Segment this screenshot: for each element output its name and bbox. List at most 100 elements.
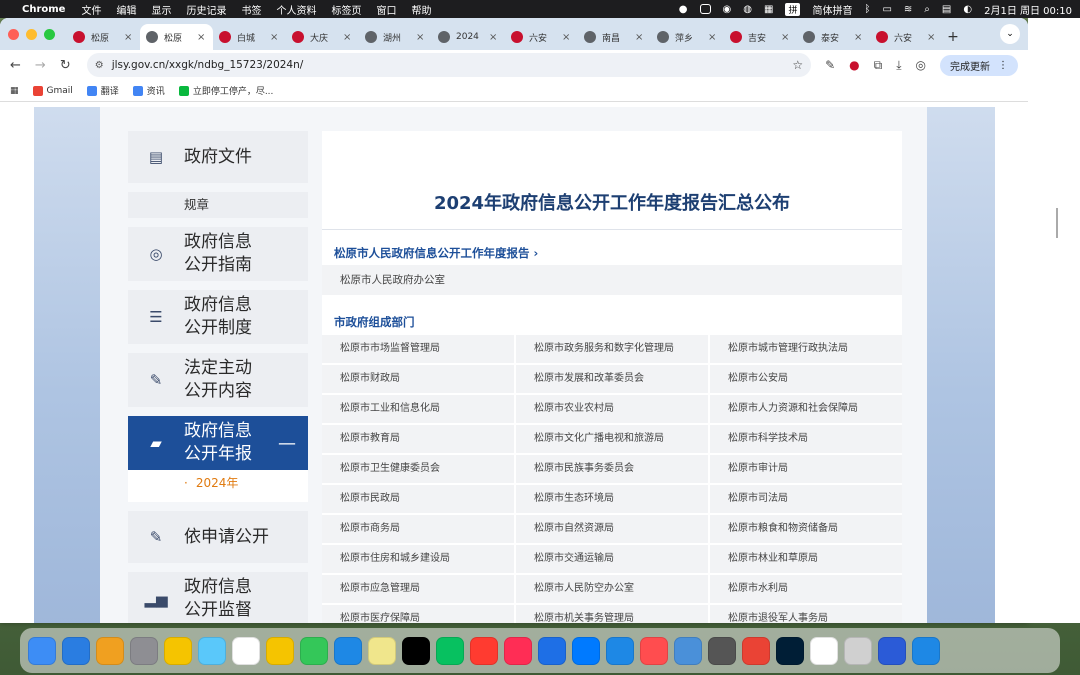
department-link[interactable]: 松原市机关事务管理局 [516,605,708,623]
tab-close-icon[interactable]: × [270,32,280,43]
department-link[interactable]: 松原市民族事务委员会 [516,455,708,483]
sidebar-item-8[interactable]: ▂▅ 政府信息 公开监督 [128,572,308,623]
wps-tray-icon[interactable] [699,4,711,14]
reload-icon[interactable]: ↻ [60,58,71,73]
dock-app-icon[interactable] [912,636,940,665]
tab-close-icon[interactable]: × [562,32,572,43]
dock-app-icon[interactable] [504,636,532,665]
tab-6[interactable]: 六安 × [505,24,578,50]
department-link[interactable]: 松原市发展和改革委员会 [516,365,708,393]
collapse-icon[interactable]: — [278,432,296,455]
department-link[interactable]: 松原市教育局 [322,425,514,453]
dock-app-icon[interactable] [164,636,192,665]
menu-history[interactable]: 历史记录 [186,2,226,17]
tab-3[interactable]: 大庆 × [286,24,359,50]
menu-view[interactable]: 显示 [151,2,171,17]
tab-close-icon[interactable]: × [781,32,791,43]
department-link[interactable]: 松原市农业农村局 [516,395,708,423]
dock-app-icon[interactable] [878,636,906,665]
tab-1[interactable]: 松原 × [140,24,213,50]
clock[interactable]: 2月1日 周日 00:10 [984,2,1072,17]
profile-extension-icon[interactable]: ● [849,58,859,72]
dock-app-icon[interactable] [742,636,770,665]
eye-tray-icon[interactable]: ◉ [723,4,732,15]
wifi-icon[interactable]: ≋ [904,4,912,15]
dock-app-icon[interactable] [300,636,328,665]
department-link[interactable]: 松原市粮食和物资储备局 [710,515,902,543]
dock-app-icon[interactable] [674,636,702,665]
dock-app-icon[interactable] [470,636,498,665]
sidebar-item-5[interactable]: ▰ 政府信息 公开年报 — [128,416,308,470]
grid-tray-icon[interactable]: ▦ [764,4,773,15]
site-info-icon[interactable]: ⚙ [95,60,104,71]
tab-search-button[interactable]: ⌄ [1000,24,1020,44]
department-link[interactable]: 松原市应急管理局 [322,575,514,603]
dock-app-icon[interactable] [130,636,158,665]
url-text[interactable]: jlsy.gov.cn/xxgk/ndbg_15723/2024n/ [112,59,304,71]
department-link[interactable]: 松原市自然资源局 [516,515,708,543]
bookmark-item-1[interactable]: 翻译 [86,84,119,97]
input-method-icon[interactable]: 拼 [785,2,801,16]
minimize-window-button[interactable] [26,28,37,40]
department-link[interactable]: 松原市住房和城乡建设局 [322,545,514,573]
sidebar-item-0[interactable]: ▤ 政府文件 [128,131,308,183]
department-link[interactable]: 松原市退役军人事务局 [710,605,902,623]
tab-close-icon[interactable]: × [854,32,864,43]
dock-app-icon[interactable] [538,636,566,665]
sidebar-item-2[interactable]: ◎ 政府信息 公开指南 [128,227,308,281]
scrollbar-thumb[interactable] [1056,208,1058,238]
record-icon[interactable]: ● [679,4,688,15]
bluetooth-icon[interactable]: ᛒ [864,4,870,15]
dock-app-icon[interactable] [96,636,124,665]
sidebar-subitem-regulations[interactable]: 规章 [128,192,308,218]
bookmark-item-3[interactable]: 立即停工停产，尽... [178,84,273,97]
department-link[interactable]: 松原市财政局 [322,365,514,393]
tab-close-icon[interactable]: × [927,32,937,43]
dock-app-icon[interactable] [606,636,634,665]
tab-11[interactable]: 六安 × [870,24,943,50]
download-icon[interactable]: ⤓ [896,58,901,73]
dock-app-icon[interactable] [368,636,396,665]
account-icon[interactable]: ◎ [916,58,926,72]
tab-close-icon[interactable]: × [124,32,134,43]
menu-tab[interactable]: 标签页 [331,2,361,17]
department-link[interactable]: 松原市公安局 [710,365,902,393]
tab-4[interactable]: 湖州 × [359,24,432,50]
dock-app-icon[interactable] [436,636,464,665]
tab-close-icon[interactable]: × [489,32,499,43]
dock-app-icon[interactable] [572,636,600,665]
bookmark-star-icon[interactable]: ☆ [792,58,803,72]
tab-7[interactable]: 南昌 × [578,24,651,50]
battery-icon[interactable]: ▭ [882,4,891,15]
search-icon[interactable]: ⌕ [924,4,930,15]
menu-edit[interactable]: 编辑 [116,2,136,17]
bookmark-item-2[interactable]: 资讯 [132,84,165,97]
department-link[interactable]: 松原市医疗保障局 [322,605,514,623]
list-item-government-office[interactable]: 松原市人民政府办公室 [322,265,902,295]
department-link[interactable]: 松原市生态环境局 [516,485,708,513]
update-button[interactable]: 完成更新 ⋮ [940,54,1018,76]
tab-8[interactable]: 萍乡 × [651,24,724,50]
section-government-report-title[interactable]: 松原市人民政府信息公开工作年度报告 › [334,245,538,261]
department-link[interactable]: 松原市文化广播电视和旅游局 [516,425,708,453]
close-window-button[interactable] [8,28,19,40]
tab-close-icon[interactable]: × [343,32,353,43]
tab-close-icon[interactable]: × [635,32,645,43]
wechat-tray-icon[interactable]: ◍ [743,4,752,15]
apps-grid-icon[interactable]: ▦ [10,86,19,96]
tab-2[interactable]: 白城 × [213,24,286,50]
department-link[interactable]: 松原市审计局 [710,455,902,483]
dock-app-icon[interactable] [776,636,804,665]
department-link[interactable]: 松原市商务局 [322,515,514,543]
app-menu[interactable]: Chrome [22,4,65,15]
sidebar-item-3[interactable]: ☰ 政府信息 公开制度 [128,290,308,344]
more-menu-icon[interactable]: ⋮ [998,60,1008,71]
menu-file[interactable]: 文件 [81,2,101,17]
menu-bookmarks[interactable]: 书签 [241,2,261,17]
bookmark-item-0[interactable]: Gmail [32,84,73,97]
input-method-label[interactable]: 简体拼音 [812,2,852,17]
department-link[interactable]: 松原市林业和草原局 [710,545,902,573]
department-link[interactable]: 松原市市场监督管理局 [322,335,514,363]
department-link[interactable]: 松原市人力资源和社会保障局 [710,395,902,423]
siri-icon[interactable]: ◐ [963,4,972,15]
